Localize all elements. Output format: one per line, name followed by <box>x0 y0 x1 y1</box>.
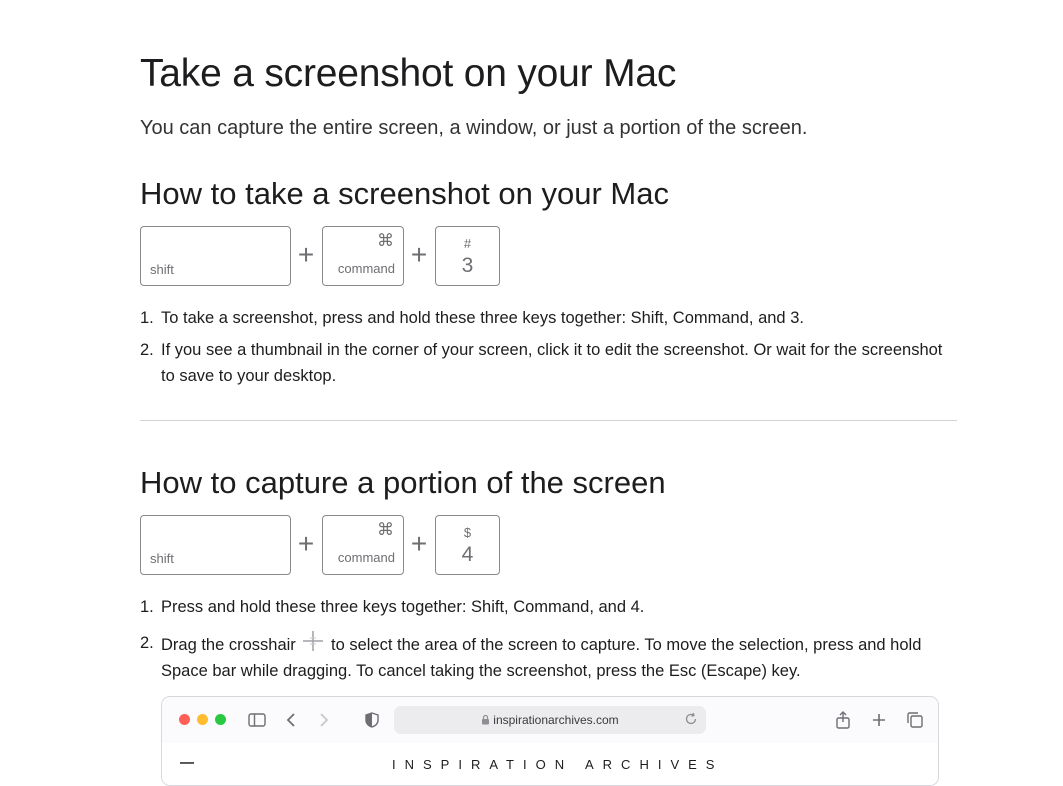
plus-sign: + <box>410 528 428 559</box>
step-text: To take a screenshot, press and hold the… <box>161 309 804 327</box>
command-icon: ⌘ <box>377 231 394 250</box>
step-text: If you see a thumbnail in the corner of … <box>161 341 943 385</box>
command-key-label: command <box>337 550 395 565</box>
section-heading-full-screen: How to take a screenshot on your Mac <box>140 176 669 211</box>
hash-symbol: # <box>463 236 472 251</box>
crosshair-icon <box>303 631 324 651</box>
url-text: inspirationarchives.com <box>394 713 706 727</box>
step-item: 1. To take a screenshot, press and hold … <box>140 305 960 331</box>
tabs-icon[interactable] <box>905 710 925 730</box>
step-item: 1. Press and hold these three keys toget… <box>140 594 960 620</box>
forward-icon[interactable] <box>313 710 333 730</box>
plus-sign: + <box>297 528 315 559</box>
command-icon: ⌘ <box>377 520 394 539</box>
shift-key: shift <box>140 226 291 286</box>
zoom-window-button[interactable] <box>215 714 226 725</box>
address-bar[interactable]: inspirationarchives.com <box>394 706 706 734</box>
site-name: INSPIRATION ARCHIVES <box>392 757 724 772</box>
number-3-key: # 3 <box>435 226 500 286</box>
browser-window-preview: inspirationarchives.com INSPIRATION ARCH… <box>161 696 939 786</box>
back-icon[interactable] <box>282 710 302 730</box>
step-item: 2. If you see a thumbnail in the corner … <box>140 337 960 389</box>
step-number: 1. <box>140 309 154 327</box>
shield-icon[interactable] <box>362 710 382 730</box>
steps-list-portion: 1. Press and hold these three keys toget… <box>140 594 960 690</box>
step-text: Press and hold these three keys together… <box>161 598 645 616</box>
shift-key-label: shift <box>150 551 174 566</box>
lock-icon <box>482 714 490 725</box>
step-number: 2. <box>140 341 154 359</box>
intro-text: You can capture the entire screen, a win… <box>140 117 808 139</box>
step-text-before: Drag the crosshair <box>161 636 296 654</box>
browser-toolbar: inspirationarchives.com <box>162 697 938 743</box>
steps-list-full-screen: 1. To take a screenshot, press and hold … <box>140 305 960 395</box>
menu-icon[interactable] <box>180 762 194 772</box>
plus-sign: + <box>297 239 315 270</box>
shift-key: shift <box>140 515 291 575</box>
step-item: 2. Drag the crosshair to select the area… <box>140 630 960 684</box>
plus-sign: + <box>410 239 428 270</box>
minimize-window-button[interactable] <box>197 714 208 725</box>
reload-icon[interactable] <box>684 712 698 726</box>
command-key: ⌘ command <box>322 226 404 286</box>
share-icon[interactable] <box>833 710 853 730</box>
section-divider <box>140 420 957 421</box>
shortcut-keys-shift-command-4: shift + ⌘ command + $ 4 <box>140 515 510 579</box>
sidebar-icon[interactable] <box>247 710 267 730</box>
number-4-key: $ 4 <box>435 515 500 575</box>
step-number: 1. <box>140 598 154 616</box>
number-3-label: 3 <box>461 254 474 277</box>
step-number: 2. <box>140 634 154 652</box>
website-content: INSPIRATION ARCHIVES <box>162 743 938 785</box>
url-label: inspirationarchives.com <box>493 713 619 727</box>
page-title: Take a screenshot on your Mac <box>140 52 677 95</box>
number-4-label: 4 <box>461 543 474 566</box>
command-key: ⌘ command <box>322 515 404 575</box>
command-key-label: command <box>337 261 395 276</box>
dollar-symbol: $ <box>463 525 472 540</box>
shortcut-keys-shift-command-3: shift + ⌘ command + # 3 <box>140 226 510 290</box>
shift-key-label: shift <box>150 262 174 277</box>
new-tab-icon[interactable] <box>869 710 889 730</box>
close-window-button[interactable] <box>179 714 190 725</box>
section-heading-portion: How to capture a portion of the screen <box>140 465 666 500</box>
